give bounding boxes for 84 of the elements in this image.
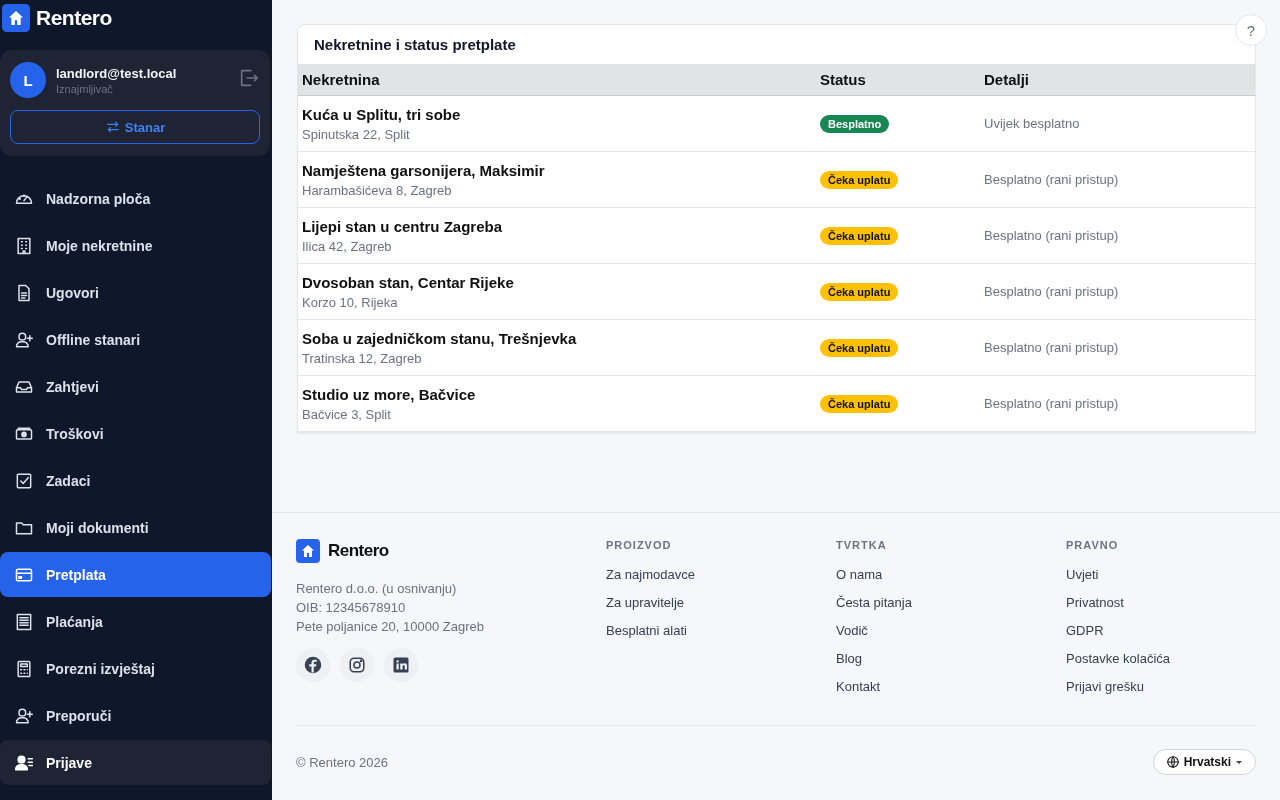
user-role: Iznajmljivač bbox=[56, 82, 114, 95]
property-name: Lijepi stan u centru Zagreba bbox=[302, 217, 503, 235]
property-name: Kuća u Splitu, tri sobe bbox=[302, 105, 461, 123]
column-header: Nekretnina bbox=[298, 64, 816, 96]
property-name: Namještena garsonijera, Maksimir bbox=[302, 161, 545, 179]
help-button[interactable]: ? bbox=[1235, 14, 1267, 46]
nav-item[interactable]: Zadaci bbox=[0, 458, 271, 503]
property-name: Dvosoban stan, Centar Rijeke bbox=[302, 273, 514, 291]
property-address: Harambašićeva 8, Zagreb bbox=[302, 182, 452, 198]
nav-item[interactable]: Zahtjevi bbox=[0, 364, 271, 409]
avatar: L bbox=[10, 62, 46, 98]
globe-icon bbox=[1165, 755, 1180, 769]
nav-item[interactable]: Troškovi bbox=[0, 411, 271, 456]
swap-arrows-icon bbox=[104, 119, 121, 135]
facebook-button[interactable] bbox=[296, 648, 330, 682]
brand-name: Rentero bbox=[36, 6, 112, 30]
caret-icon bbox=[1235, 758, 1243, 766]
property-address: Korzo 10, Rijeka bbox=[302, 294, 398, 310]
details-text: Uvijek besplatno bbox=[984, 116, 1080, 131]
house-logo-icon bbox=[2, 4, 30, 32]
nav-item[interactable]: Preporuči bbox=[0, 693, 271, 738]
footer-link[interactable]: O nama bbox=[836, 567, 1066, 582]
instagram-icon bbox=[348, 656, 366, 674]
footer-heading: PROIZVOD bbox=[606, 539, 673, 551]
details-text: Besplatno (rani pristup) bbox=[984, 396, 1119, 411]
property-name: Studio uz more, Bačvice bbox=[302, 385, 476, 403]
nav-item[interactable]: Prijave bbox=[0, 740, 271, 785]
footer-link[interactable]: Blog bbox=[836, 651, 1066, 666]
column-header: Status bbox=[816, 64, 980, 96]
property-name: Soba u zajedničkom stanu, Trešnjevka bbox=[302, 329, 577, 347]
footer-link[interactable]: Privatnost bbox=[1066, 595, 1256, 610]
building-icon bbox=[14, 235, 34, 256]
status-badge: Besplatno bbox=[820, 114, 890, 133]
status-badge: Čeka uplatu bbox=[820, 338, 899, 357]
footer-link[interactable]: Prijavi grešku bbox=[1066, 679, 1256, 694]
company-info: OIB: 12345678910 bbox=[296, 600, 407, 615]
footer-brand: Rentero bbox=[328, 541, 389, 561]
footer-link[interactable]: Za upravitelje bbox=[606, 595, 836, 610]
nav-item[interactable]: Offline stanari bbox=[0, 317, 271, 362]
nav-item[interactable]: Nadzorna ploča bbox=[0, 176, 271, 221]
linkedin-icon bbox=[392, 656, 410, 674]
status-badge: Čeka uplatu bbox=[820, 394, 899, 413]
nav-item[interactable]: Pretplata bbox=[0, 552, 271, 597]
property-address: Bačvice 3, Split bbox=[302, 406, 391, 422]
footer-link[interactable]: Kontakt bbox=[836, 679, 1066, 694]
copyright-text: © Rentero 2026 bbox=[296, 754, 388, 770]
details-text: Besplatno (rani pristup) bbox=[984, 284, 1119, 299]
property-address: Ilica 42, Zagreb bbox=[302, 238, 392, 254]
language-dropdown[interactable]: Hrvatski bbox=[1152, 749, 1256, 775]
company-info: Pete poljanice 20, 10000 Zagreb bbox=[296, 619, 485, 634]
property-address: Spinutska 22, Split bbox=[302, 126, 410, 142]
nav-item[interactable]: Plaćanja bbox=[0, 599, 271, 644]
facebook-icon bbox=[304, 656, 322, 674]
nav-item[interactable]: Moji dokumenti bbox=[0, 505, 271, 550]
logout-icon bbox=[238, 67, 260, 89]
status-badge: Čeka uplatu bbox=[820, 226, 899, 245]
company-info: Rentero d.o.o. (u osnivanju) bbox=[296, 581, 458, 596]
status-badge: Čeka uplatu bbox=[820, 282, 899, 301]
instagram-button[interactable] bbox=[340, 648, 374, 682]
status-badge: Čeka uplatu bbox=[820, 170, 899, 189]
details-text: Besplatno (rani pristup) bbox=[984, 340, 1119, 355]
switch-role-button[interactable]: Stanar bbox=[10, 110, 260, 144]
calculator-icon bbox=[14, 658, 34, 679]
footer-link[interactable]: Besplatni alati bbox=[606, 623, 836, 638]
details-text: Besplatno (rani pristup) bbox=[984, 228, 1119, 243]
footer-link[interactable]: Za najmodavce bbox=[606, 567, 836, 582]
footer-link[interactable]: Vodič bbox=[836, 623, 1066, 638]
footer-link[interactable]: GDPR bbox=[1066, 623, 1256, 638]
house-logo-icon bbox=[296, 539, 320, 563]
nav-item[interactable]: Ugovori bbox=[0, 270, 271, 315]
user-email: landlord@test.local bbox=[56, 65, 178, 81]
nav-item[interactable]: Moje nekretnine bbox=[0, 223, 271, 268]
footer-link[interactable]: Česta pitanja bbox=[836, 595, 1066, 610]
card-title: Nekretnine i status pretplate bbox=[314, 36, 516, 53]
details-text: Besplatno (rani pristup) bbox=[984, 172, 1119, 187]
column-header: Detalji bbox=[980, 64, 1255, 96]
nav-item[interactable]: Porezni izvještaj bbox=[0, 646, 271, 691]
linkedin-button[interactable] bbox=[384, 648, 418, 682]
property-address: Tratinska 12, Zagreb bbox=[302, 350, 422, 366]
footer-heading: PRAVNO bbox=[1066, 539, 1120, 551]
footer-heading: TVRTKA bbox=[836, 539, 888, 551]
footer-link[interactable]: Postavke kolačića bbox=[1066, 651, 1256, 666]
receipt-icon bbox=[14, 611, 34, 632]
footer-link[interactable]: Uvjeti bbox=[1066, 567, 1256, 582]
